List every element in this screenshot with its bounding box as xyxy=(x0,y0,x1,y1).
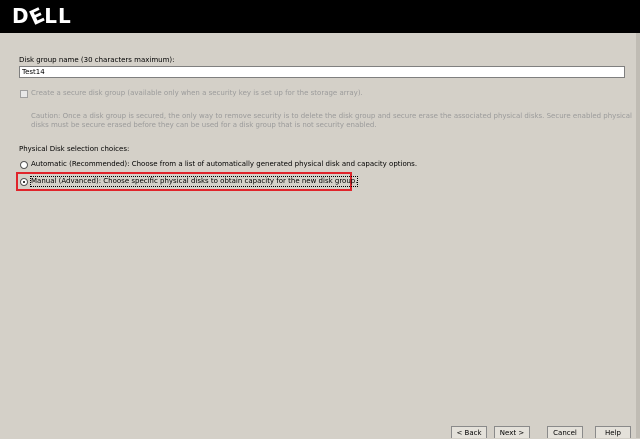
caution-text-line1: Caution: Once a disk group is secured, t… xyxy=(31,112,633,120)
automatic-radio-label[interactable]: Automatic (Recommended): Choose from a l… xyxy=(31,160,417,169)
caution-text-line2: disks must be secure erased before they … xyxy=(31,121,377,129)
manual-radio-label[interactable]: Manual (Advanced): Choose specific physi… xyxy=(29,176,359,187)
next-button[interactable]: Next > xyxy=(494,426,530,438)
disk-group-name-label: Disk group name (30 characters maximum): xyxy=(19,56,175,64)
automatic-radio[interactable] xyxy=(20,161,28,169)
disk-group-name-input[interactable] xyxy=(19,66,625,78)
secure-disk-group-checkbox[interactable] xyxy=(20,90,28,98)
secure-disk-group-label: Create a secure disk group (available on… xyxy=(31,89,363,97)
manual-radio[interactable] xyxy=(20,178,28,186)
help-button[interactable]: Help xyxy=(595,426,631,438)
dell-header-bar: DELL xyxy=(0,0,640,33)
cancel-button[interactable]: Cancel xyxy=(547,426,583,438)
selection-heading: Physical Disk selection choices: xyxy=(19,145,130,153)
dell-logo: DELL xyxy=(12,2,72,30)
back-button[interactable]: < Back xyxy=(451,426,487,438)
window-edge xyxy=(636,33,640,438)
